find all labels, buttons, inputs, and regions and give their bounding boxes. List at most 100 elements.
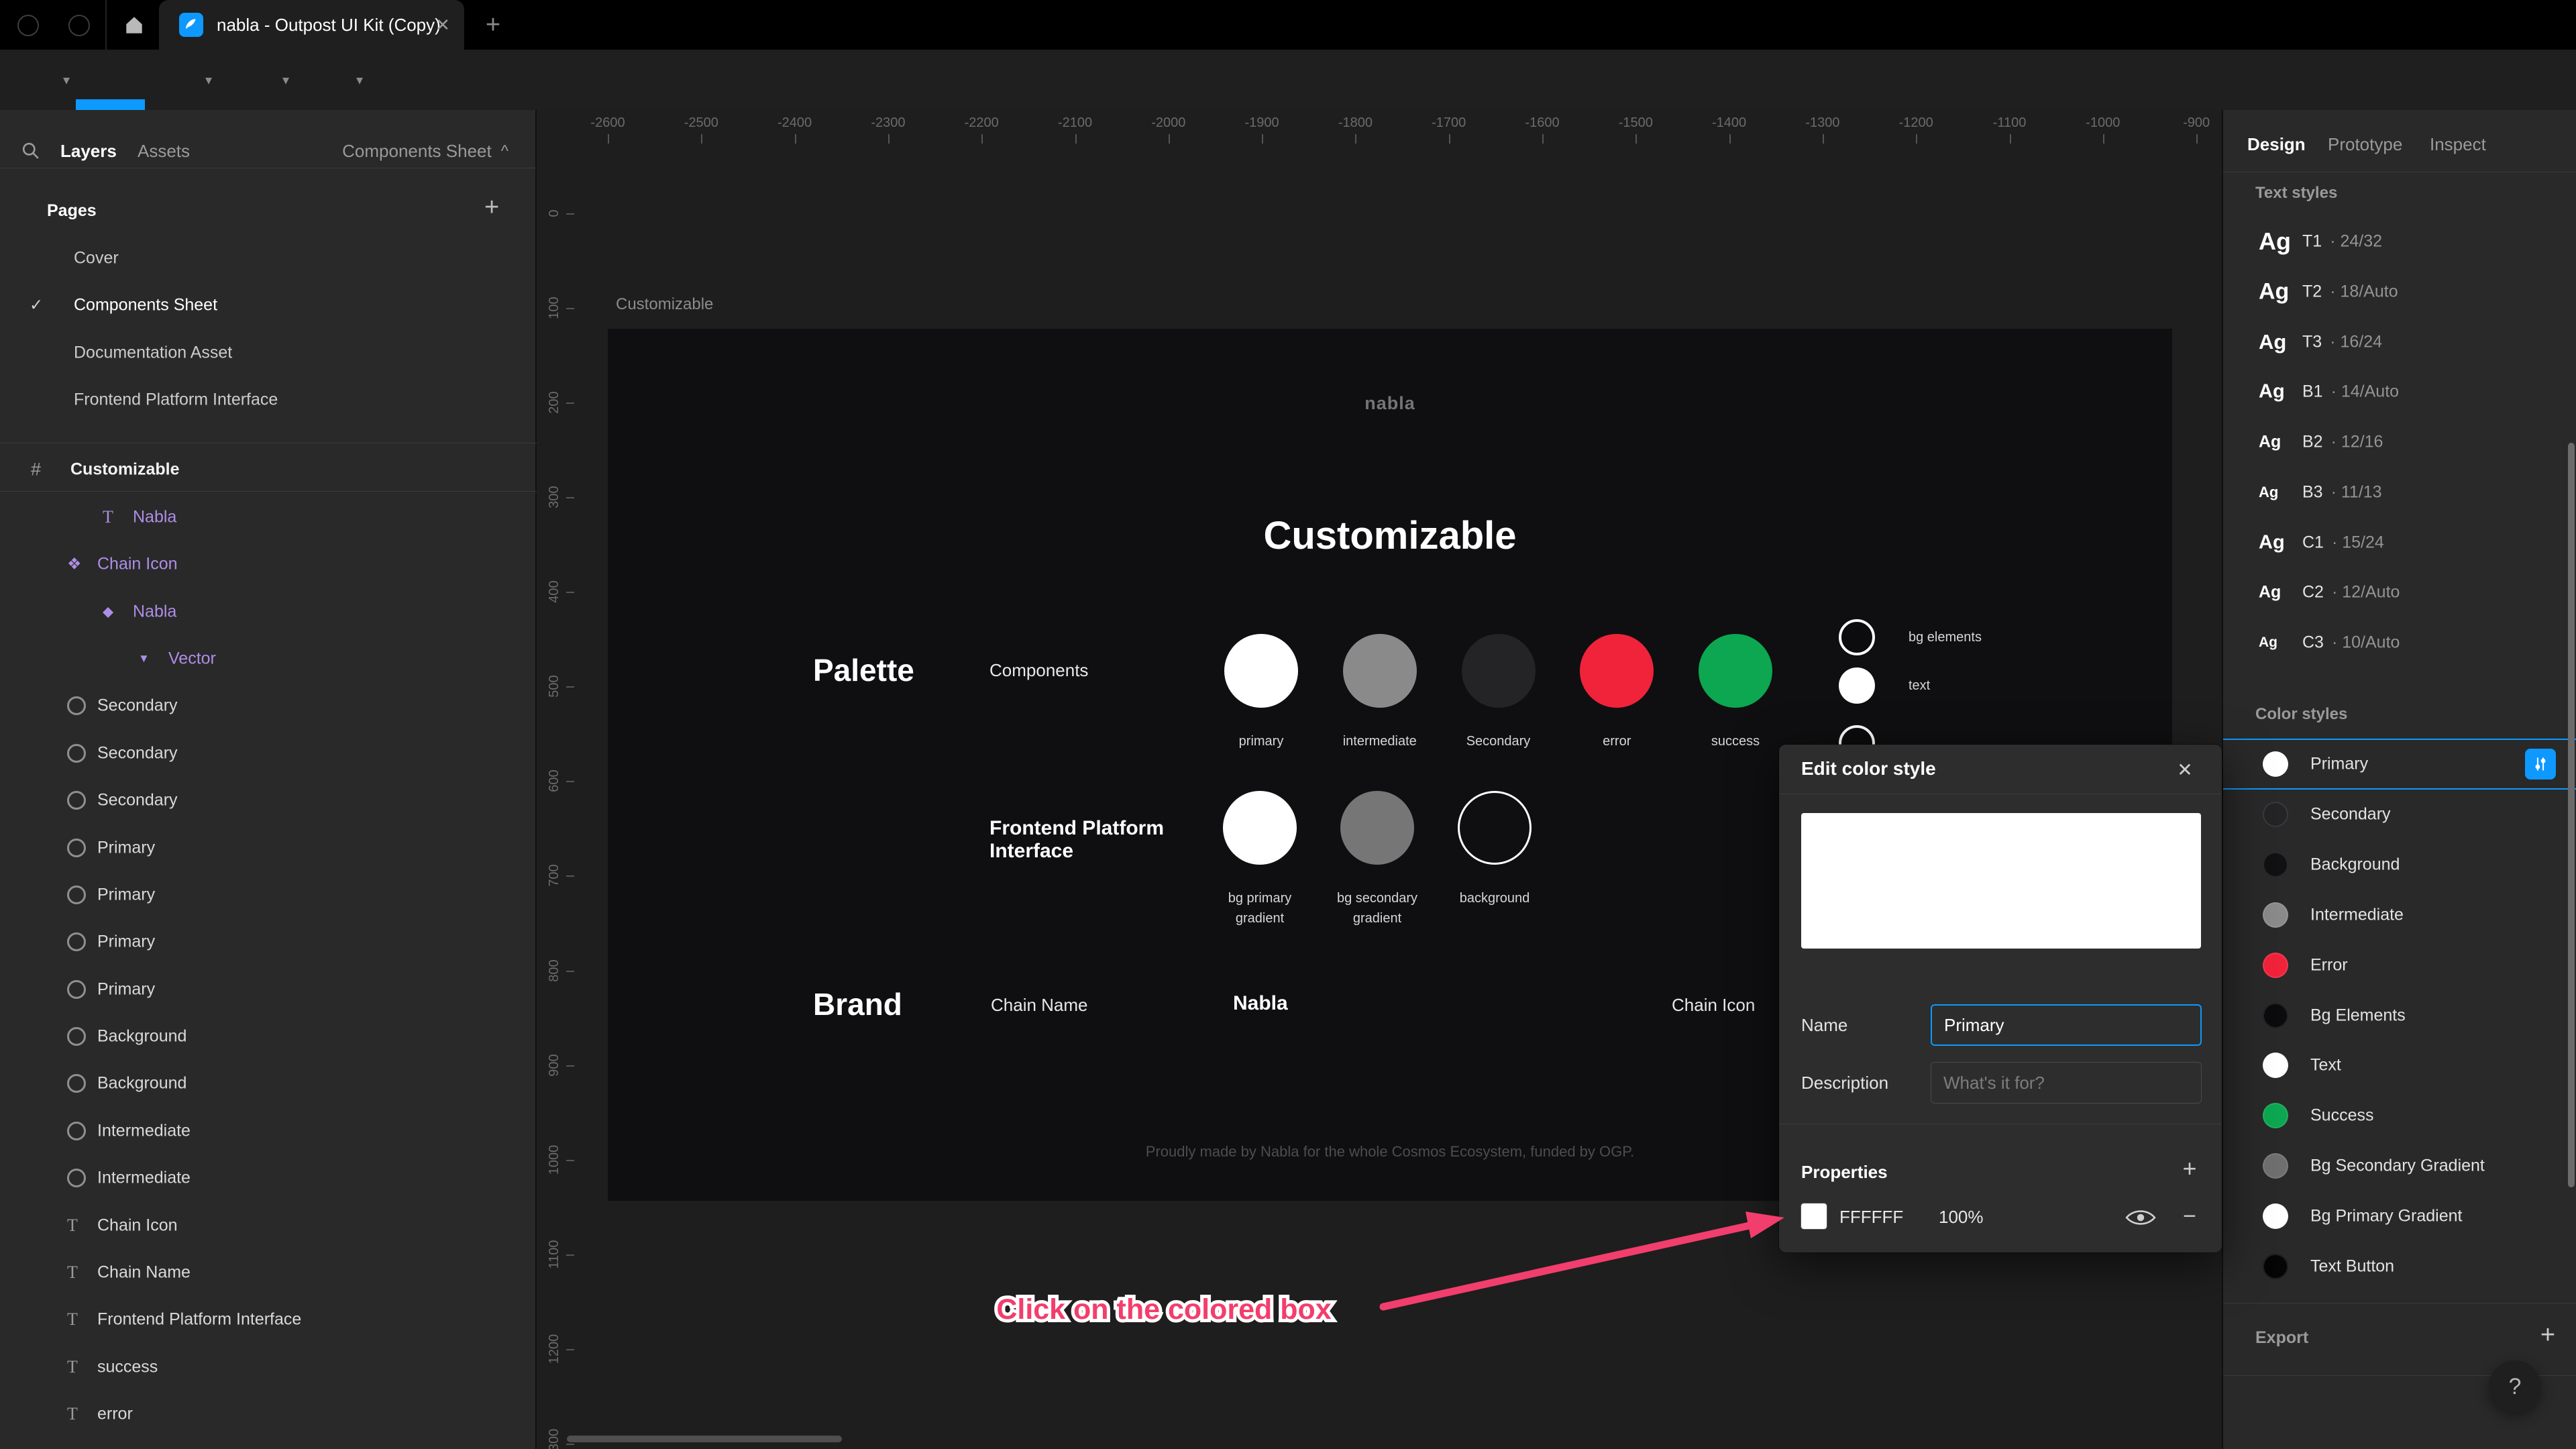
color-style-row[interactable]: Bg Elements xyxy=(2223,990,2576,1041)
tab-layers[interactable]: Layers xyxy=(60,141,117,162)
horizontal-scrollbar[interactable] xyxy=(567,1436,842,1442)
layer-row[interactable]: Primary xyxy=(0,826,537,869)
text-style-row[interactable]: Ag C3 · 10/Auto xyxy=(2223,618,2576,667)
layer-row[interactable]: T Chain Name xyxy=(0,1251,537,1294)
property-hex-value[interactable]: FFFFFF xyxy=(1839,1207,1903,1228)
layer-row[interactable]: ▼ Vector xyxy=(0,637,537,680)
help-button[interactable]: ? xyxy=(2489,1360,2541,1413)
frame-title-label[interactable]: Customizable xyxy=(616,295,713,314)
chevron-down-icon[interactable]: ▾ xyxy=(282,50,289,110)
text-style-row[interactable]: Ag T3 · 16/24 xyxy=(2223,317,2576,367)
close-tab-icon[interactable]: ✕ xyxy=(426,0,460,50)
add-page-button[interactable]: + xyxy=(484,193,499,222)
fpi-swatch[interactable] xyxy=(1340,791,1414,865)
palette-components-label[interactable]: Components xyxy=(989,660,1088,681)
search-button[interactable] xyxy=(19,139,43,163)
property-color-chip[interactable] xyxy=(1801,1203,1827,1229)
layer-row[interactable]: Background xyxy=(0,1062,537,1105)
property-opacity-value[interactable]: 100% xyxy=(1939,1207,1984,1228)
file-tab[interactable]: nabla - Outpost UI Kit (Copy) ✕ xyxy=(159,0,464,50)
visibility-toggle[interactable] xyxy=(2125,1207,2156,1228)
nabla-logo[interactable]: nabla xyxy=(608,393,2172,414)
frame-row-customizable[interactable]: # Customizable xyxy=(0,448,537,491)
palette-swatch-intermediate[interactable] xyxy=(1342,634,1417,708)
layer-row[interactable]: Intermediate xyxy=(0,1157,537,1199)
window-control-icon[interactable] xyxy=(68,15,90,36)
palette-section-title[interactable]: Palette xyxy=(813,652,914,688)
chevron-down-icon[interactable]: ▾ xyxy=(356,50,363,110)
layer-row[interactable]: Secondary xyxy=(0,779,537,822)
chevron-down-icon[interactable]: ▾ xyxy=(205,50,212,110)
style-name-input[interactable] xyxy=(1931,1004,2202,1046)
page-item[interactable]: Documentation Asset xyxy=(0,331,537,374)
palette-swatch-success[interactable] xyxy=(1699,634,1772,708)
color-style-row[interactable]: Secondary xyxy=(2223,789,2576,840)
layer-row[interactable]: Intermediate xyxy=(0,1110,537,1152)
palette-swatch-error[interactable] xyxy=(1580,634,1654,708)
home-button[interactable] xyxy=(109,0,160,50)
add-export-button[interactable]: + xyxy=(2530,1318,2565,1352)
chain-name-label[interactable]: Chain Name xyxy=(991,995,1088,1016)
color-style-row[interactable]: Primary xyxy=(2223,739,2576,790)
palette-swatch-primary[interactable] xyxy=(1224,634,1298,708)
color-style-row[interactable]: Text xyxy=(2223,1040,2576,1091)
layer-row[interactable]: ❖ Chain Icon xyxy=(0,543,537,586)
color-style-row[interactable]: Success xyxy=(2223,1090,2576,1141)
text-style-row[interactable]: Ag B3 · 11/13 xyxy=(2223,468,2576,517)
color-preview[interactable] xyxy=(1801,813,2201,949)
tab-assets[interactable]: Assets xyxy=(138,141,190,162)
text-style-row[interactable]: Ag T1 · 24/32 xyxy=(2223,217,2576,266)
brand-section-title[interactable]: Brand xyxy=(813,986,902,1022)
color-style-row[interactable]: Bg Secondary Gradient xyxy=(2223,1140,2576,1191)
layer-row[interactable]: T Nabla xyxy=(0,496,537,539)
text-style-row[interactable]: Ag B1 · 14/Auto xyxy=(2223,367,2576,417)
tab-prototype[interactable]: Prototype xyxy=(2328,134,2402,155)
new-tab-button[interactable]: + xyxy=(472,0,515,50)
color-style-row[interactable]: Bg Primary Gradient xyxy=(2223,1191,2576,1242)
color-style-row[interactable]: Background xyxy=(2223,839,2576,890)
color-style-row[interactable]: Text Button xyxy=(2223,1241,2576,1292)
fpi-swatch[interactable] xyxy=(1458,791,1532,865)
close-icon[interactable]: ✕ xyxy=(2168,753,2202,786)
text-style-row[interactable]: Ag T2 · 18/Auto xyxy=(2223,267,2576,317)
sheet-heading[interactable]: Customizable xyxy=(608,513,2172,558)
palette-swatch-secondary[interactable] xyxy=(1461,634,1536,708)
chain-icon-label[interactable]: Chain Icon xyxy=(1672,995,1755,1016)
layer-row[interactable]: Primary xyxy=(0,873,537,916)
layer-row[interactable]: Background xyxy=(0,1015,537,1058)
window-control-icon[interactable] xyxy=(17,15,39,36)
layer-row[interactable]: T Frontend Platform Interface xyxy=(0,1298,537,1341)
edit-style-button[interactable] xyxy=(2525,749,2556,780)
tab-design[interactable]: Design xyxy=(2247,134,2306,155)
color-style-row[interactable]: Error xyxy=(2223,940,2576,991)
layer-row[interactable]: Tsuccess xyxy=(0,1346,537,1389)
add-property-button[interactable]: + xyxy=(2174,1152,2206,1185)
palette-side-swatch[interactable] xyxy=(1839,667,1875,704)
page-selector[interactable]: Components Sheet ^ xyxy=(342,141,508,162)
palette-side-label[interactable]: text xyxy=(1909,676,1930,695)
remove-property-button[interactable]: − xyxy=(2174,1200,2206,1232)
text-style-row[interactable]: Ag B2 · 12/16 xyxy=(2223,417,2576,467)
layer-row[interactable]: Secondary xyxy=(0,684,537,727)
palette-side-swatch[interactable] xyxy=(1839,619,1875,655)
layer-row[interactable]: Primary xyxy=(0,920,537,963)
text-style-row[interactable]: Ag C2 · 12/Auto xyxy=(2223,568,2576,617)
fpi-section-title[interactable]: Frontend Platform Interface xyxy=(989,817,1164,863)
layer-row[interactable]: Terror xyxy=(0,1393,537,1436)
page-item[interactable]: Cover xyxy=(0,237,537,280)
page-item[interactable]: Frontend Platform Interface xyxy=(0,378,537,421)
fpi-swatch-label[interactable]: background xyxy=(1407,888,1582,908)
page-item[interactable]: ✓ Components Sheet xyxy=(0,284,537,327)
layer-row[interactable]: Primary xyxy=(0,968,537,1011)
layer-row[interactable]: ◆ Nabla xyxy=(0,590,537,633)
style-description-input[interactable] xyxy=(1931,1062,2202,1104)
text-style-row[interactable]: Ag C1 · 15/24 xyxy=(2223,518,2576,568)
tab-inspect[interactable]: Inspect xyxy=(2430,134,2486,155)
chain-name-value[interactable]: Nabla xyxy=(1233,992,1288,1015)
fpi-swatch[interactable] xyxy=(1223,791,1297,865)
layer-row[interactable]: Secondary xyxy=(0,732,537,775)
layer-row[interactable]: T Chain Icon xyxy=(0,1204,537,1247)
color-style-row[interactable]: Intermediate xyxy=(2223,890,2576,941)
palette-side-label[interactable]: bg elements xyxy=(1909,628,1982,647)
vertical-scrollbar[interactable] xyxy=(2568,443,2575,1187)
